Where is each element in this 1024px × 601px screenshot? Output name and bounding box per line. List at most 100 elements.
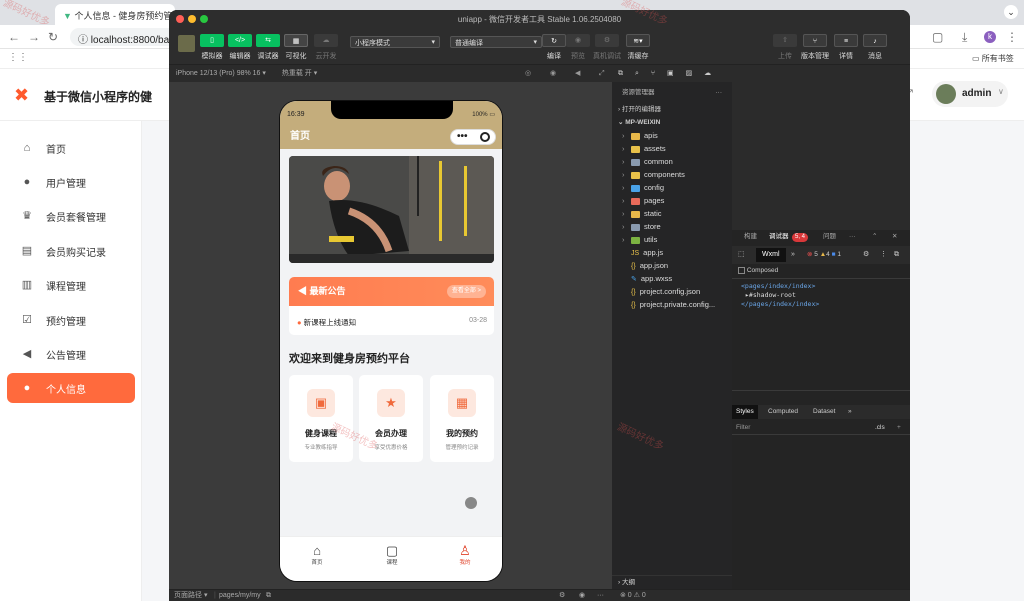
sidebar-item-users[interactable]: ● 用户管理: [7, 167, 135, 197]
cloud-icon[interactable]: ☁: [314, 34, 338, 47]
file-item[interactable]: › store: [612, 220, 732, 233]
compile-icon[interactable]: ↻: [542, 34, 566, 47]
card-bookings[interactable]: ▦ 我的预约 管理预约记录: [430, 375, 494, 462]
file-item[interactable]: › config: [612, 181, 732, 194]
real-debug-label[interactable]: 真机调试: [591, 51, 623, 61]
sidebar-item-packages[interactable]: ♛ 会员套餐管理: [7, 201, 135, 231]
copy-icon[interactable]: ⧉: [266, 590, 271, 601]
more-icon[interactable]: ···: [597, 590, 604, 601]
file-item[interactable]: {} project.config.json: [612, 285, 732, 298]
chevron-right-icon[interactable]: »: [791, 246, 795, 264]
preview-icon[interactable]: ◉: [566, 34, 590, 47]
search-icon[interactable]: ⌕: [635, 70, 639, 77]
cloud-icon[interactable]: ☁: [704, 70, 711, 77]
browser-tab[interactable]: ▼ 个人信息 - 健身房预约管理系统: [55, 4, 175, 25]
filter-input[interactable]: Filter: [736, 421, 750, 435]
tab-computed[interactable]: Computed: [768, 405, 798, 419]
chevron-up-icon[interactable]: ⌃: [872, 230, 877, 244]
details-label[interactable]: 详情: [832, 51, 860, 61]
inspect-icon[interactable]: ⬚: [738, 246, 745, 264]
wxml-tree[interactable]: <pages/index/index> ▸#shadow-root </page…: [741, 282, 819, 309]
floating-dot[interactable]: [465, 497, 477, 509]
compile-mode-select[interactable]: 普通编译 ▾: [450, 36, 542, 48]
mode-select[interactable]: 小程序模式 ▾: [350, 36, 440, 48]
tree-node[interactable]: </pages/index/index>: [741, 300, 819, 309]
version-label[interactable]: 版本管理: [797, 51, 833, 61]
files-icon[interactable]: ⧉: [618, 70, 623, 77]
chevron-down-icon[interactable]: ⌄: [1004, 5, 1018, 19]
stop-icon[interactable]: ◉: [550, 66, 556, 82]
capsule-button[interactable]: •••: [450, 129, 496, 145]
messages-label[interactable]: 消息: [861, 51, 889, 61]
notice-item[interactable]: ● 新课程上线通知 03-28: [297, 317, 487, 328]
rotate-icon[interactable]: ⤢: [599, 66, 605, 82]
sidebar-item-purchases[interactable]: ▤ 会员购买记录: [7, 236, 135, 266]
sidebar-item-courses[interactable]: ▥ 课程管理: [7, 270, 135, 300]
styles-filter[interactable]: Filter .cls +: [732, 421, 910, 435]
apps-icon[interactable]: ⋮⋮: [8, 52, 28, 63]
details-icon[interactable]: ≡: [834, 34, 858, 47]
minimize-window-button[interactable]: [188, 15, 196, 23]
chevron-right-icon[interactable]: »: [848, 405, 852, 419]
upload-icon[interactable]: ⇧: [773, 34, 797, 47]
tab-build[interactable]: 构建: [744, 230, 757, 244]
more-icon[interactable]: ···: [716, 86, 723, 99]
sidebar-item-bookings[interactable]: ☑ 预约管理: [7, 305, 135, 335]
project-avatar[interactable]: [178, 35, 195, 52]
back-icon[interactable]: ←: [8, 30, 20, 44]
download-icon[interactable]: ⤓: [962, 30, 967, 45]
real-debug-icon[interactable]: ⚙: [595, 34, 619, 47]
card-courses[interactable]: ▣ 健身课程 专业教练指导: [289, 375, 353, 462]
simulator-icon[interactable]: ▯: [200, 34, 224, 47]
file-item[interactable]: › pages: [612, 194, 732, 207]
preview-label[interactable]: 预览: [564, 51, 592, 61]
sidebar-item-profile[interactable]: ● 个人信息: [7, 373, 135, 403]
view-all-button[interactable]: 查看全部 >: [446, 285, 486, 298]
user-menu[interactable]: admin ∨: [932, 81, 1008, 107]
plus-icon[interactable]: +: [897, 421, 901, 435]
settings-icon[interactable]: ⚙: [559, 590, 565, 601]
path-label[interactable]: 页面路径 ▾: [174, 590, 207, 601]
tab-dataset[interactable]: Dataset: [813, 405, 835, 419]
tab-mine[interactable]: ♙ 我的: [445, 543, 485, 566]
kebab-icon[interactable]: ⋮: [880, 246, 887, 264]
file-item[interactable]: {} app.json: [612, 259, 732, 272]
outline-section[interactable]: › 大纲: [612, 575, 732, 588]
hot-reload-select[interactable]: 热重载 开 ▾: [282, 70, 317, 77]
tree-node[interactable]: <pages/index/index>: [741, 282, 819, 291]
editor-label[interactable]: 编辑器: [226, 51, 254, 61]
profile-avatar[interactable]: k: [984, 31, 996, 43]
sidebar-item-home[interactable]: ⌂ 首页: [7, 133, 135, 163]
sidebar-item-notices[interactable]: ◀ 公告管理: [7, 339, 135, 369]
tab-wxml[interactable]: Wxml: [756, 248, 786, 262]
maximize-window-button[interactable]: [200, 15, 208, 23]
more-icon[interactable]: ···: [849, 230, 856, 244]
record-icon[interactable]: ◎: [525, 66, 531, 82]
debugger-label[interactable]: 调试器: [254, 51, 282, 61]
clear-cache-icon[interactable]: ≋▾: [626, 34, 650, 47]
close-window-button[interactable]: [176, 15, 184, 23]
banner-image[interactable]: [289, 156, 494, 263]
reload-icon[interactable]: ↻: [48, 30, 58, 44]
tab-home[interactable]: ⌂ 首页: [297, 543, 337, 566]
close-icon[interactable]: ✕: [892, 230, 897, 244]
file-item[interactable]: › components: [612, 168, 732, 181]
editor-icon[interactable]: </>: [228, 34, 252, 47]
issue-counters[interactable]: ⊗ 5 ▲4 ■ 1: [807, 246, 841, 264]
tab-debugger[interactable]: 调试器: [769, 230, 789, 244]
clear-cache-label[interactable]: 清缓存: [624, 51, 652, 61]
composed-checkbox[interactable]: Composed: [738, 267, 778, 274]
mute-icon[interactable]: ◀: [575, 66, 580, 82]
version-icon[interactable]: ⑂: [803, 34, 827, 47]
branch-icon[interactable]: ⑂: [651, 70, 655, 77]
bookmarks-label[interactable]: ▭ 所有书签: [972, 53, 1014, 64]
debugger-icon[interactable]: ⇆: [256, 34, 280, 47]
tree-node[interactable]: ▸#shadow-root: [741, 291, 819, 300]
simulator-label[interactable]: 模拟器: [198, 51, 226, 61]
device-select[interactable]: iPhone 12/13 (Pro) 98% 16 ▾: [176, 70, 266, 77]
forward-icon[interactable]: →: [28, 30, 40, 44]
file-item[interactable]: › common: [612, 155, 732, 168]
file-item[interactable]: JS app.js: [612, 246, 732, 259]
image-icon[interactable]: ▨: [686, 70, 693, 77]
upload-label[interactable]: 上传: [771, 51, 799, 61]
